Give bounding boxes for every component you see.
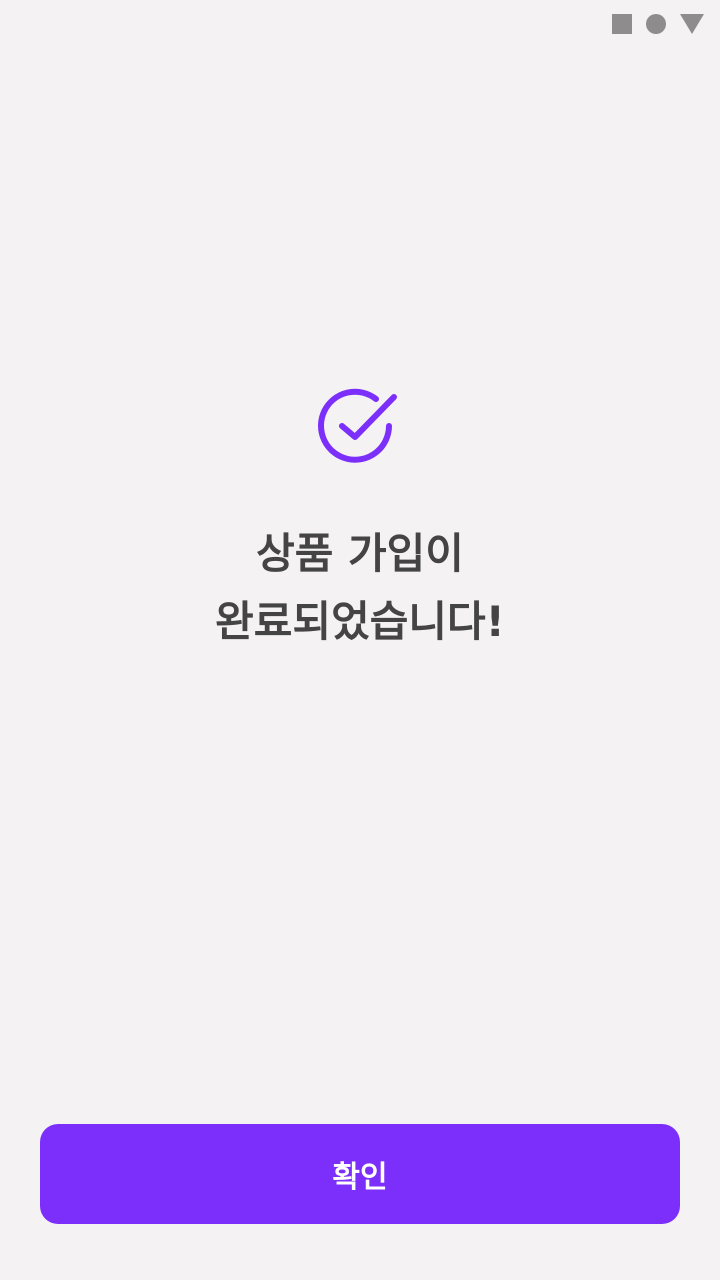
message-line-2: 완료되었습니다! (215, 597, 505, 646)
check-circle-icon (318, 388, 397, 463)
triangle-down-icon (680, 14, 704, 34)
circle-icon (646, 14, 666, 34)
confirm-button[interactable]: 확인 (40, 1124, 680, 1224)
status-bar (0, 0, 720, 48)
completion-message: 상품 가입이 완료되었습니다! (0, 520, 720, 656)
square-icon (612, 14, 632, 34)
status-icons (612, 14, 704, 34)
success-icon-container (0, 386, 720, 470)
message-line-1: 상품 가입이 (256, 529, 464, 578)
